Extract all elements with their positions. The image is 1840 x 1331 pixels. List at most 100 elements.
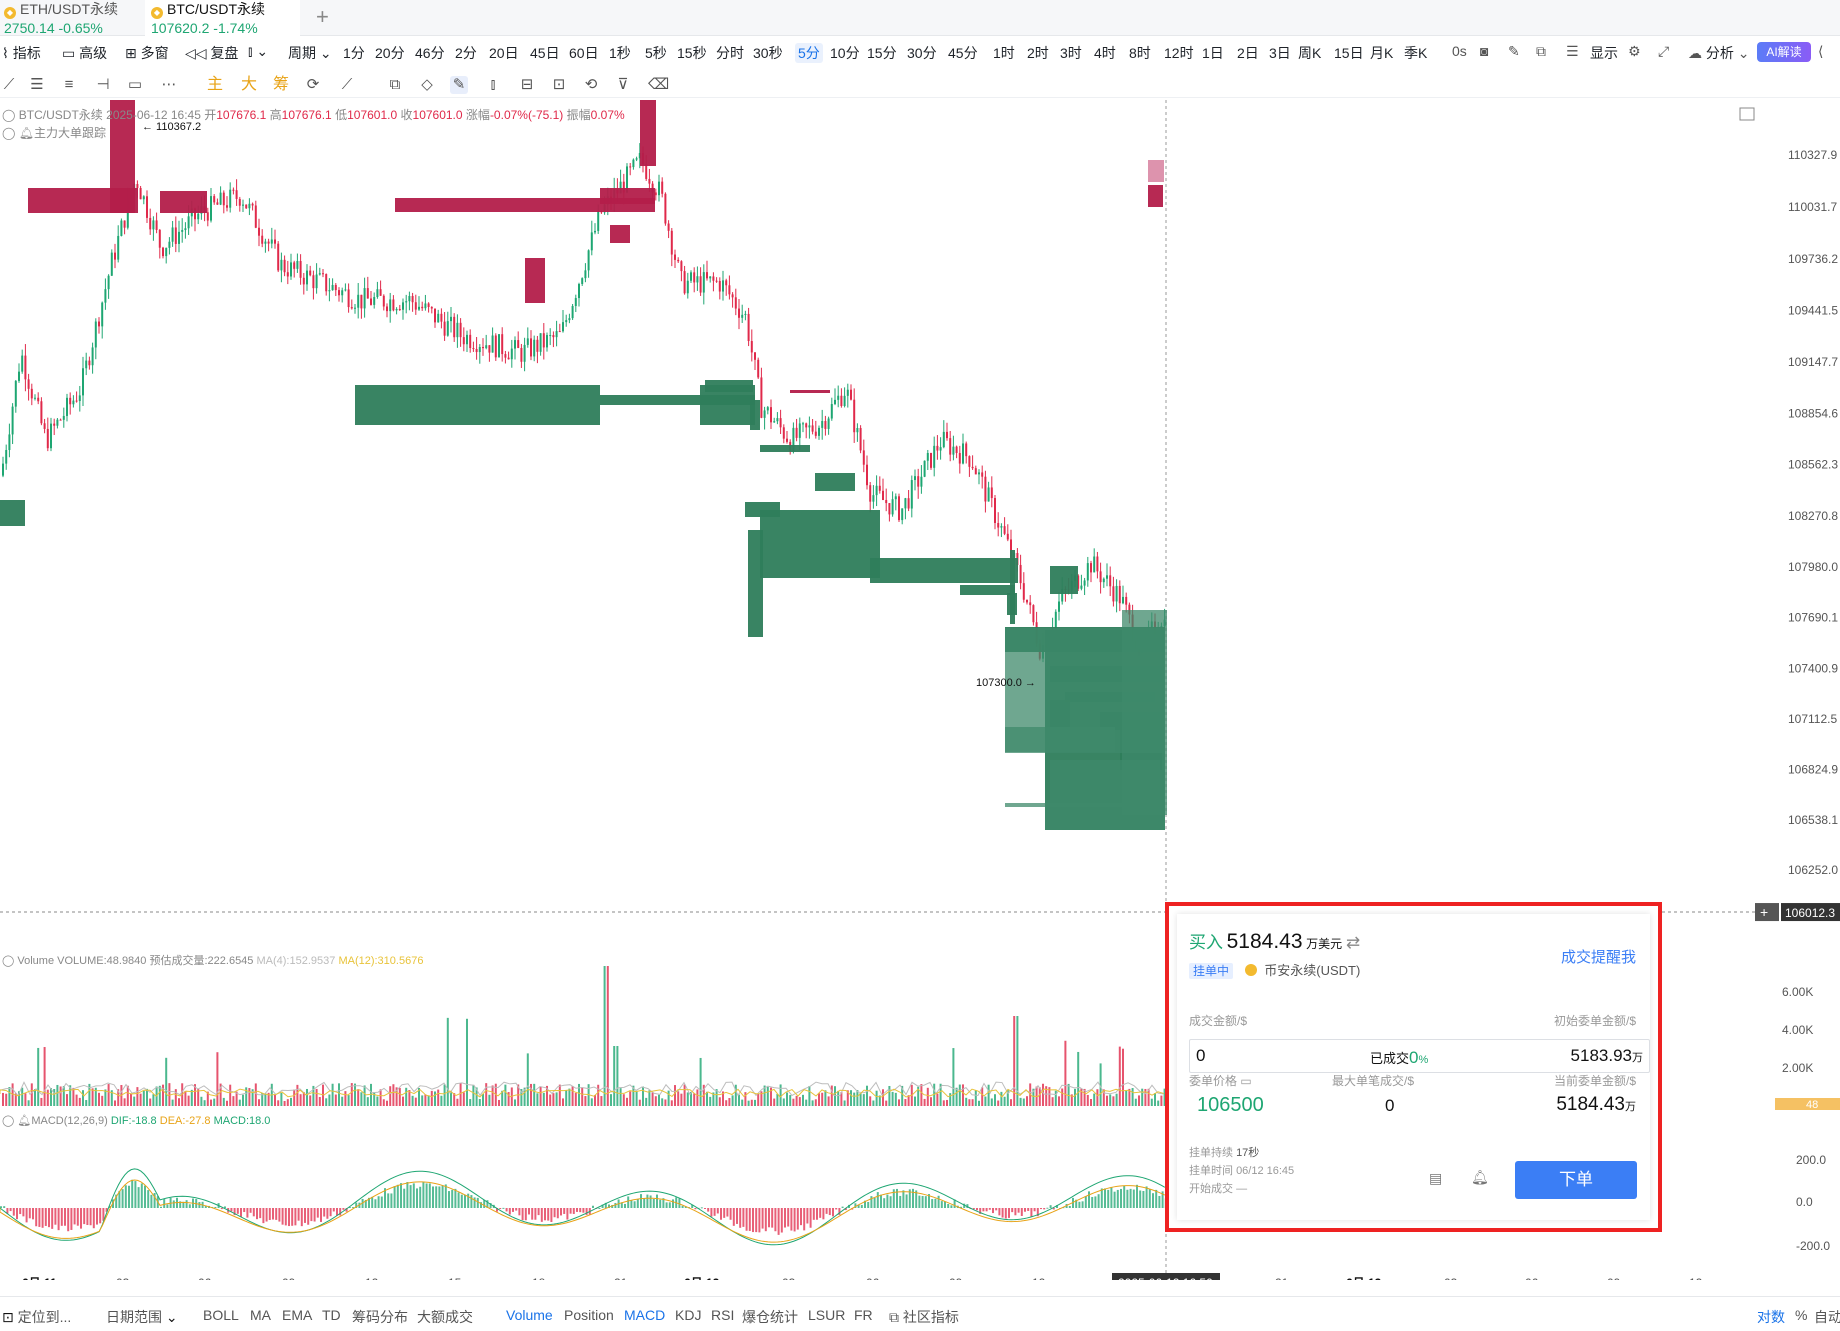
copy-icon[interactable]: ⧉: [386, 76, 404, 94]
interval-10分[interactable]: 10分: [830, 43, 860, 63]
advanced-button[interactable]: ▭ 高级: [62, 43, 107, 63]
indicator-EMA[interactable]: EMA: [282, 1307, 312, 1323]
interval-分时[interactable]: 分时: [716, 43, 744, 63]
draw-mode-icon[interactable]: ✎: [450, 76, 468, 94]
interval-4时[interactable]: 4时: [1094, 43, 1116, 63]
replay-button[interactable]: ◁◁ 复盘: [185, 43, 238, 63]
indicator-MA[interactable]: MA: [250, 1307, 271, 1323]
edit-icon[interactable]: ⊡: [550, 76, 568, 94]
tab-eth[interactable]: ◆ ETH/USDT永续 2750.14 -0.65%: [0, 0, 138, 36]
sub-indicator-爆仓统计[interactable]: 爆仓统计: [742, 1307, 798, 1327]
sub-indicator-RSI[interactable]: RSI: [711, 1307, 734, 1323]
interval-3时[interactable]: 3时: [1060, 43, 1082, 63]
trendline-icon[interactable]: ⟋: [0, 76, 18, 94]
settings-icon[interactable]: ⚙: [1628, 43, 1641, 60]
interval-15日[interactable]: 15日: [1334, 43, 1364, 63]
log-scale-toggle[interactable]: 对数: [1757, 1307, 1785, 1327]
interval-季K[interactable]: 季K: [1404, 43, 1427, 63]
interval-2分[interactable]: 2分: [455, 43, 477, 63]
candle-icon[interactable]: ⫾: [484, 76, 502, 94]
locate-button[interactable]: ⊡ 定位到...: [2, 1307, 71, 1327]
date-range-dropdown[interactable]: 日期范围 ⌄: [106, 1307, 178, 1327]
measure-icon[interactable]: ⟋: [338, 76, 356, 94]
sub-indicator-FR[interactable]: FR: [854, 1307, 873, 1323]
period-dropdown[interactable]: 周期 ⌄: [288, 43, 332, 63]
cloud-analysis-button[interactable]: ☁ 分析 ⌄: [1688, 43, 1750, 63]
layout-icon[interactable]: ⧉: [1536, 43, 1546, 60]
legend-check-icon[interactable]: ◯: [2, 108, 15, 122]
interval-5分[interactable]: 5分: [795, 43, 823, 63]
parallel-lines-icon[interactable]: ☰: [28, 76, 46, 94]
note-icon[interactable]: ▤: [1429, 1170, 1442, 1187]
multi-window-button[interactable]: ⊞ 多窗: [125, 43, 169, 63]
horizontal-line-icon[interactable]: ⊣: [94, 76, 112, 94]
large-order-icon[interactable]: 大: [240, 76, 258, 94]
interval-1时[interactable]: 1时: [993, 43, 1015, 63]
interval-3日[interactable]: 3日: [1269, 43, 1291, 63]
fill-alert-link[interactable]: 成交提醒我: [1561, 946, 1636, 967]
toggle-icon[interactable]: ▭: [1240, 1074, 1251, 1088]
macd-histogram-bar: [560, 1208, 562, 1216]
indicator-BOLL[interactable]: BOLL: [203, 1307, 239, 1323]
interval-月K[interactable]: 月K: [1370, 43, 1393, 63]
interval-5秒[interactable]: 5秒: [645, 43, 667, 63]
display-button[interactable]: 显示: [1590, 43, 1618, 63]
community-indicators-button[interactable]: ⧉ 社区指标: [889, 1307, 959, 1327]
chart-type-button[interactable]: ⫾ ⌄: [248, 43, 268, 60]
interval-15分[interactable]: 15分: [867, 43, 897, 63]
share-icon[interactable]: ⟨: [1818, 43, 1823, 60]
candle-body: [914, 476, 916, 481]
filter-icon[interactable]: ⊽: [614, 76, 632, 94]
place-order-button[interactable]: 下单: [1515, 1161, 1637, 1199]
add-tab-icon[interactable]: +: [316, 4, 329, 30]
tab-btc[interactable]: ◆ BTC/USDT永续 107620.2 -1.74%: [145, 0, 300, 36]
interval-30分[interactable]: 30分: [907, 43, 937, 63]
list-icon[interactable]: ☰: [1566, 43, 1579, 60]
interval-1日[interactable]: 1日: [1202, 43, 1224, 63]
interval-12时[interactable]: 12时: [1164, 43, 1194, 63]
interval-2日[interactable]: 2日: [1237, 43, 1259, 63]
lock-icon[interactable]: ⊟: [518, 76, 536, 94]
indicator-大额成交[interactable]: 大额成交: [417, 1307, 473, 1327]
bell-icon[interactable]: 🔔︎: [1471, 1169, 1489, 1186]
sync-icon[interactable]: ⟳: [304, 76, 322, 94]
ai-interpret-button[interactable]: AI解读: [1757, 42, 1811, 62]
swap-icon[interactable]: ⇄: [1346, 933, 1360, 952]
camera-icon[interactable]: ◙: [1480, 43, 1488, 59]
tracker-legend[interactable]: ◯ 🔔︎主力大单跟踪: [2, 124, 106, 141]
more-tools-icon[interactable]: ⋯: [160, 76, 178, 94]
trash-icon[interactable]: ⌫: [648, 76, 669, 94]
sub-indicator-LSUR[interactable]: LSUR: [808, 1307, 845, 1323]
interval-45日[interactable]: 45日: [530, 43, 560, 63]
sub-indicator-MACD[interactable]: MACD: [624, 1307, 665, 1323]
candle-body: [123, 220, 126, 228]
channel-icon[interactable]: ≡: [60, 76, 78, 94]
chips-icon[interactable]: 筹: [272, 76, 290, 94]
interval-45分[interactable]: 45分: [948, 43, 978, 63]
interval-15秒[interactable]: 15秒: [677, 43, 707, 63]
rectangle-icon[interactable]: ▭: [126, 76, 144, 94]
sub-indicator-Position[interactable]: Position: [564, 1307, 614, 1323]
interval-1分[interactable]: 1分: [343, 43, 365, 63]
interval-20分[interactable]: 20分: [375, 43, 405, 63]
interval-46分[interactable]: 46分: [415, 43, 445, 63]
sub-indicator-KDJ[interactable]: KDJ: [675, 1307, 701, 1323]
interval-1秒[interactable]: 1秒: [609, 43, 631, 63]
pen-icon[interactable]: ✎: [1508, 43, 1520, 60]
indicators-button[interactable]: ⌇ 指标: [2, 43, 41, 63]
magnet-icon[interactable]: ⟲: [582, 76, 600, 94]
interval-20日[interactable]: 20日: [489, 43, 519, 63]
percent-toggle[interactable]: %: [1795, 1307, 1807, 1323]
indicator-筹码分布[interactable]: 筹码分布: [352, 1307, 408, 1327]
indicator-TD[interactable]: TD: [322, 1307, 341, 1323]
interval-8时[interactable]: 8时: [1129, 43, 1151, 63]
interval-30秒[interactable]: 30秒: [753, 43, 783, 63]
auto-toggle[interactable]: 自动: [1814, 1307, 1840, 1327]
interval-周K[interactable]: 周K: [1298, 43, 1321, 63]
interval-60日[interactable]: 60日: [569, 43, 599, 63]
fullscreen-icon[interactable]: ⤢: [1658, 43, 1669, 60]
sub-indicator-Volume[interactable]: Volume: [506, 1307, 553, 1323]
main-force-icon[interactable]: 主: [206, 76, 224, 94]
interval-2时[interactable]: 2时: [1027, 43, 1049, 63]
eraser-icon[interactable]: ◇: [418, 76, 436, 94]
